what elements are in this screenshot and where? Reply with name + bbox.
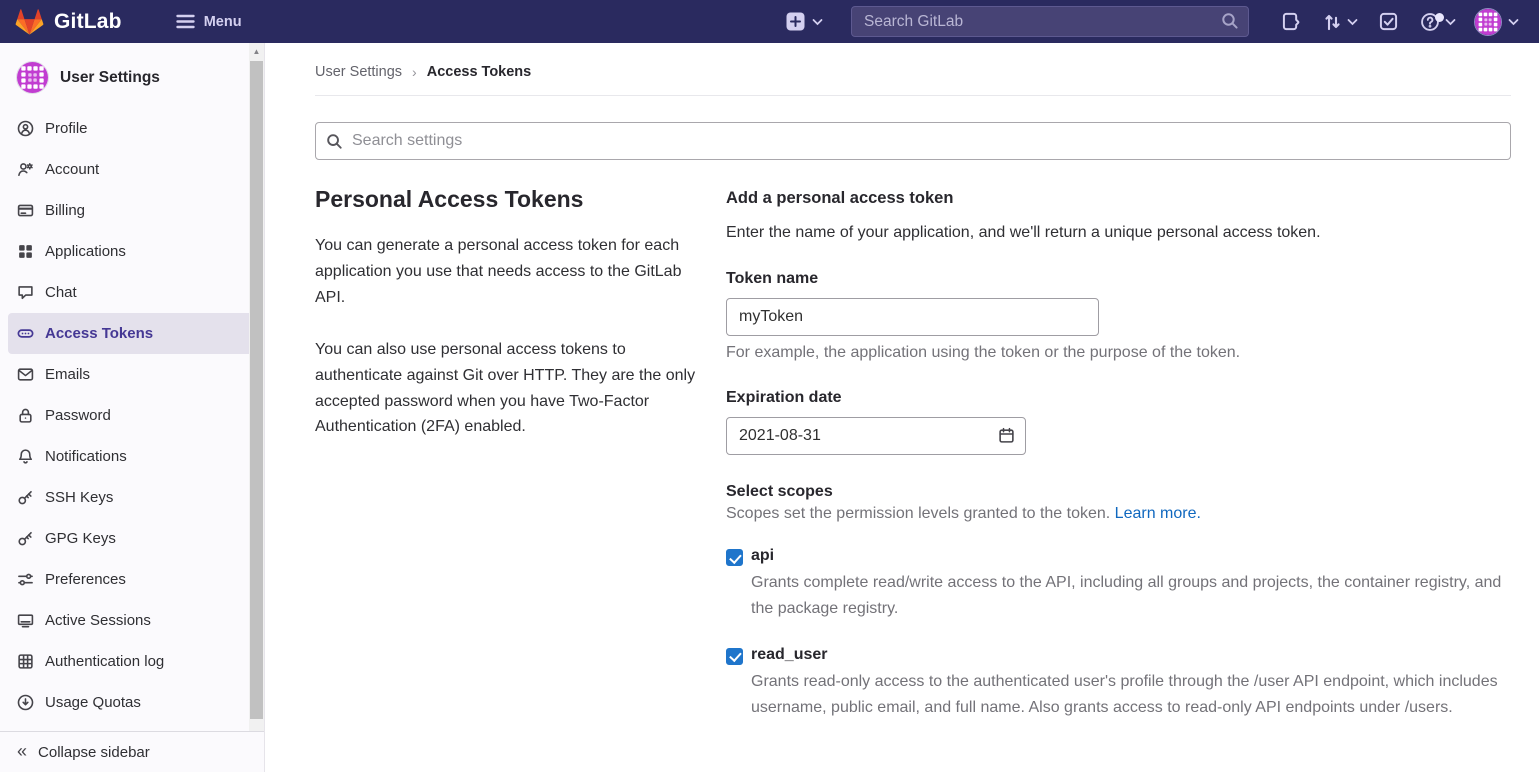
menu-label: Menu (204, 14, 242, 30)
sidebar-scrollbar[interactable]: ▲ (249, 43, 264, 731)
token-name-label: Token name (726, 270, 1511, 288)
global-search-input[interactable] (851, 6, 1249, 37)
form-intro: Enter the name of your application, and … (726, 224, 1511, 242)
settings-sidebar: User Settings Profile Account (0, 43, 265, 772)
sidebar-item-account[interactable]: Account (8, 149, 256, 190)
notification-dot (1435, 13, 1444, 22)
scope-row-api: api Grants complete read/write access to… (726, 547, 1511, 622)
sidebar-item-profile[interactable]: Profile (8, 108, 256, 149)
sidebar-item-access-tokens[interactable]: Access Tokens (8, 313, 256, 354)
scope-description: Grants complete read/write access to the… (751, 570, 1511, 622)
menu-button[interactable]: Menu (170, 13, 248, 31)
merge-request-icon (1322, 11, 1343, 32)
avatar (1474, 8, 1502, 36)
plus-square-icon (786, 12, 805, 31)
scope-row-read-user: read_user Grants read-only access to the… (726, 646, 1511, 721)
password-icon (17, 407, 34, 424)
chevron-down-icon (812, 18, 823, 26)
chevron-down-icon (1508, 18, 1519, 26)
sidebar-title: User Settings (60, 69, 160, 87)
issues-button[interactable] (1273, 6, 1310, 37)
section-description: Personal Access Tokens You can generate … (315, 186, 700, 745)
calendar-icon[interactable] (998, 427, 1015, 444)
sidebar-item-gpg-keys[interactable]: GPG Keys (8, 518, 256, 559)
todo-check-icon (1378, 11, 1399, 32)
top-navbar: GitLab Menu (0, 0, 1539, 43)
scopes-help-text: Scopes set the permission levels granted… (726, 505, 1511, 523)
breadcrumb: User Settings › Access Tokens (315, 43, 1511, 95)
sidebar-item-applications[interactable]: Applications (8, 231, 256, 272)
search-settings-input[interactable] (315, 122, 1511, 160)
sidebar-item-preferences[interactable]: Preferences (8, 559, 256, 600)
applications-icon (17, 243, 34, 260)
chevron-down-icon (1347, 18, 1358, 26)
collapse-sidebar-button[interactable]: « Collapse sidebar (0, 731, 264, 772)
collapse-sidebar-label: Collapse sidebar (38, 744, 150, 761)
access-tokens-icon (17, 325, 34, 342)
authentication-log-icon (17, 653, 34, 670)
ssh-keys-icon (17, 489, 34, 506)
sidebar-item-active-sessions[interactable]: Active Sessions (8, 600, 256, 641)
search-icon (1221, 12, 1239, 30)
sidebar-item-authentication-log[interactable]: Authentication log (8, 641, 256, 682)
sidebar-item-usage-quotas[interactable]: Usage Quotas (8, 682, 256, 723)
scrollbar-up-arrow[interactable]: ▲ (249, 43, 264, 56)
token-name-input[interactable] (726, 298, 1099, 336)
user-avatar (16, 61, 49, 94)
chevron-down-icon (1445, 18, 1456, 26)
page-title: Personal Access Tokens (315, 186, 700, 213)
sidebar-header: User Settings (0, 53, 264, 108)
scope-name: api (751, 547, 1511, 565)
scrollbar-thumb[interactable] (250, 61, 263, 719)
main-content: User Settings › Access Tokens Personal A… (265, 43, 1539, 772)
billing-icon (17, 202, 34, 219)
read-user-scope-checkbox[interactable] (726, 648, 743, 665)
usage-quotas-icon (17, 694, 34, 711)
help-menu-button[interactable] (1411, 6, 1464, 38)
user-menu-button[interactable] (1468, 4, 1525, 40)
breadcrumb-user-settings[interactable]: User Settings (315, 64, 402, 80)
sidebar-item-emails[interactable]: Emails (8, 354, 256, 395)
gitlab-logo[interactable]: GitLab (14, 7, 122, 37)
breadcrumb-separator-icon: › (412, 64, 417, 80)
sidebar-item-billing[interactable]: Billing (8, 190, 256, 231)
token-name-help: For example, the application using the t… (726, 344, 1511, 362)
gitlab-logo-text: GitLab (54, 10, 122, 34)
sidebar-item-ssh-keys[interactable]: SSH Keys (8, 477, 256, 518)
expiration-date-label: Expiration date (726, 389, 1511, 407)
select-scopes-title: Select scopes (726, 483, 1511, 501)
profile-icon (17, 120, 34, 137)
new-menu-button[interactable] (786, 12, 823, 31)
description-paragraph: You can also use personal access tokens … (315, 337, 700, 441)
notifications-icon (17, 448, 34, 465)
form-title: Add a personal access token (726, 189, 1511, 208)
learn-more-link[interactable]: Learn more. (1115, 505, 1201, 522)
sidebar-item-notifications[interactable]: Notifications (8, 436, 256, 477)
expiration-date-input[interactable] (726, 417, 1026, 455)
breadcrumb-divider (315, 95, 1511, 96)
emails-icon (17, 366, 34, 383)
description-paragraph: You can generate a personal access token… (315, 233, 700, 311)
add-token-form: Add a personal access token Enter the na… (726, 186, 1511, 745)
sidebar-item-chat[interactable]: Chat (8, 272, 256, 313)
breadcrumb-access-tokens: Access Tokens (427, 64, 532, 80)
sidebar-nav: Profile Account Billing (0, 108, 264, 723)
account-icon (17, 161, 34, 178)
preferences-icon (17, 571, 34, 588)
sidebar-item-password[interactable]: Password (8, 395, 256, 436)
collapse-sidebar-icon: « (17, 742, 27, 760)
scope-description: Grants read-only access to the authentic… (751, 669, 1511, 721)
gitlab-tanuki-icon (14, 7, 45, 37)
issues-icon (1281, 11, 1302, 32)
merge-requests-button[interactable] (1314, 6, 1366, 37)
hamburger-icon (176, 14, 195, 29)
todos-button[interactable] (1370, 6, 1407, 37)
search-icon (326, 133, 343, 150)
chat-icon (17, 284, 34, 301)
gpg-keys-icon (17, 530, 34, 547)
help-icon (1419, 11, 1441, 33)
active-sessions-icon (17, 612, 34, 629)
api-scope-checkbox[interactable] (726, 549, 743, 566)
scope-name: read_user (751, 646, 1511, 664)
